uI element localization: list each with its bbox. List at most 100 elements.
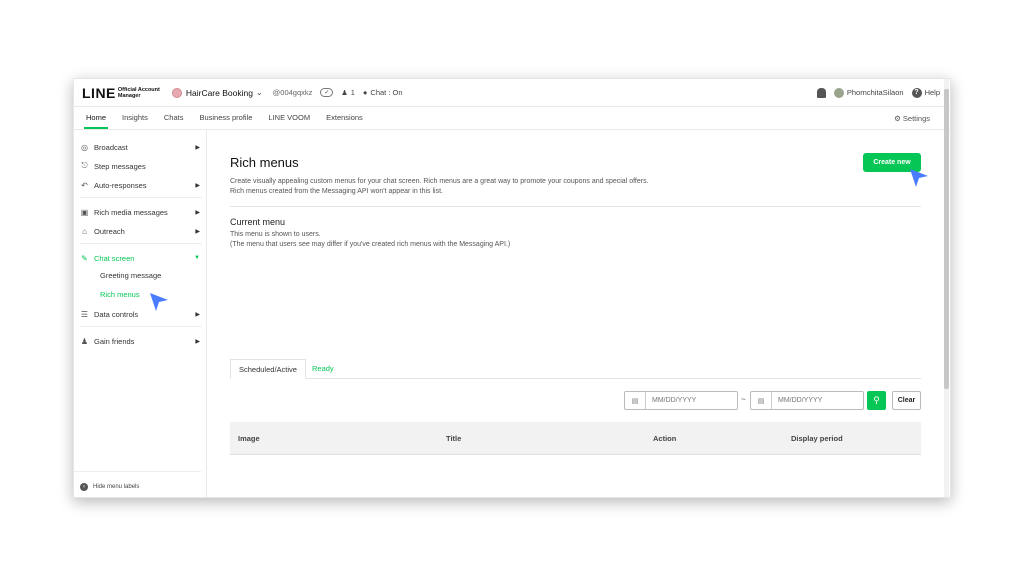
sidebar-item-label: Outreach	[94, 226, 125, 236]
logo-subtext: Official Account Manager	[118, 87, 160, 99]
settings-label: Settings	[902, 113, 930, 123]
line-logo[interactable]: LINE Official Account Manager	[82, 85, 160, 101]
start-date-input[interactable]	[646, 396, 734, 405]
clear-button[interactable]: Clear	[892, 391, 921, 410]
description-line-2: Rich menus created from the Messaging AP…	[230, 188, 443, 195]
scrollbar-thumb[interactable]	[944, 89, 949, 389]
calendar-icon[interactable]: ▤	[625, 392, 646, 409]
pointer-cursor-icon	[910, 169, 928, 187]
sidebar-item-chat-screen[interactable]: ✎ Chat screen ▼	[80, 251, 200, 265]
sidebar-item-label: Gain friends	[94, 336, 135, 346]
tab-home[interactable]: Home	[84, 107, 109, 129]
user-name[interactable]: PhornchitaSilaon	[847, 88, 904, 97]
sidebar-item-label: Broadcast	[94, 142, 128, 152]
sidebar-item-label: Rich media messages	[94, 207, 168, 217]
broadcast-icon: ◎	[81, 142, 88, 152]
tab-scheduled-active[interactable]: Scheduled/Active	[230, 359, 306, 379]
sidebar-item-step-messages[interactable]: ⎋ Step messages	[80, 159, 200, 173]
column-title: Title	[446, 434, 462, 443]
account-switcher[interactable]: HairCare Booking ⌄	[171, 87, 263, 98]
chat-status[interactable]: ● Chat : On	[363, 88, 403, 97]
bell-icon[interactable]	[816, 87, 826, 98]
sidebar-item-gain-friends[interactable]: ♟ Gain friends ▶	[80, 334, 200, 348]
current-menu-title: Current menu	[230, 217, 286, 227]
sidebar-item-label: Data controls	[94, 309, 139, 319]
friends-count-value: 1	[350, 88, 355, 97]
sidebar-divider	[80, 197, 202, 198]
section-divider	[230, 206, 921, 207]
app-window: LINE Official Account Manager HairCare B…	[73, 78, 951, 498]
sidebar-item-label: Chat screen	[94, 253, 135, 263]
column-image: Image	[238, 434, 260, 443]
settings-link[interactable]: ⚙ Settings	[894, 114, 930, 123]
chevron-down-icon: ▼	[194, 255, 200, 261]
search-button[interactable]: ⚲	[867, 391, 886, 410]
sidebar-item-rich-media[interactable]: ▣ Rich media messages ▶	[80, 205, 200, 219]
image-icon: ▣	[80, 207, 89, 217]
sidebar-divider	[74, 471, 201, 472]
chat-bubble-icon: ●	[362, 88, 368, 97]
chevron-right-icon: ▶	[195, 228, 200, 235]
reply-icon: ↶	[81, 180, 88, 190]
tab-chats[interactable]: Chats	[162, 107, 186, 129]
end-date-input[interactable]	[772, 396, 860, 405]
gear-icon: ⚙	[894, 113, 901, 123]
chat-screen-icon: ✎	[81, 253, 88, 263]
hide-menu-labels-toggle[interactable]: ‹ Hide menu labels	[80, 483, 139, 491]
tab-line-voom[interactable]: LINE VOOM	[266, 107, 312, 129]
account-id: @004gqxkz	[272, 88, 313, 97]
sidebar-item-label: Auto-responses	[94, 180, 147, 190]
tab-business-profile[interactable]: Business profile	[197, 107, 254, 129]
chat-status-text: Chat : On	[370, 88, 403, 97]
sidebar-divider	[80, 326, 202, 327]
account-avatar	[171, 87, 182, 98]
sidebar-item-data-controls[interactable]: ☰ Data controls ▶	[80, 307, 200, 321]
rich-menu-tabs: Scheduled/Active Ready	[230, 359, 921, 379]
chevron-right-icon: ▶	[195, 338, 200, 345]
chevron-right-icon: ▶	[195, 209, 200, 216]
current-menu-line-1: This menu is shown to users.	[230, 231, 321, 238]
collapse-icon: ‹	[80, 483, 88, 491]
pointer-cursor-icon	[150, 293, 168, 311]
current-menu-line-2: (The menu that users see may differ if y…	[230, 241, 511, 248]
sidebar-subitem-rich-menus[interactable]: Rich menus	[100, 290, 140, 299]
calendar-icon[interactable]: ▤	[751, 392, 772, 409]
account-name: HairCare Booking	[185, 87, 253, 98]
sidebar-subitem-greeting[interactable]: Greeting message	[100, 271, 161, 280]
friends-count[interactable]: ♟ 1	[341, 88, 354, 97]
help-link[interactable]: Help	[925, 88, 940, 97]
sidebar: ◎ Broadcast ▶ ⎋ Step messages ↶ Auto-res…	[74, 130, 207, 497]
main-nav-tabs: Home Insights Chats Business profile LIN…	[74, 107, 950, 130]
user-avatar[interactable]	[833, 87, 844, 98]
tab-extensions[interactable]: Extensions	[324, 107, 365, 129]
logo-sub2: Manager	[117, 92, 141, 99]
chevron-down-icon: ⌄	[255, 88, 263, 97]
sidebar-item-broadcast[interactable]: ◎ Broadcast ▶	[80, 140, 200, 154]
description-line-1: Create visually appealing custom menus f…	[230, 178, 649, 185]
person-icon: ♟	[341, 89, 348, 97]
sidebar-divider	[80, 243, 202, 244]
column-display-period: Display period	[791, 434, 843, 443]
top-right-area: PhornchitaSilaon ? Help	[816, 87, 940, 98]
search-icon: ⚲	[873, 395, 880, 405]
column-action: Action	[653, 434, 677, 443]
page-description: Create visually appealing custom menus f…	[230, 177, 649, 197]
sidebar-item-outreach[interactable]: ⌂ Outreach ▶	[80, 224, 200, 238]
sidebar-item-auto-responses[interactable]: ↶ Auto-responses ▶	[80, 178, 200, 192]
tab-insights[interactable]: Insights	[120, 107, 150, 129]
help-icon[interactable]: ?	[911, 87, 922, 98]
start-date-picker[interactable]: ▤	[624, 391, 738, 410]
chevron-right-icon: ▶	[195, 144, 200, 151]
table-header: Image Title Action Display period	[230, 422, 921, 455]
current-menu-description: This menu is shown to users. (The menu t…	[230, 230, 510, 250]
hide-labels-text: Hide menu labels	[93, 484, 140, 490]
tab-ready[interactable]: Ready	[304, 359, 342, 379]
chevron-right-icon: ▶	[195, 311, 200, 318]
main-content: Rich menus Create new Create visually ap…	[207, 130, 950, 497]
top-bar: LINE Official Account Manager HairCare B…	[74, 79, 950, 107]
chevron-right-icon: ▶	[195, 182, 200, 189]
store-icon: ⌂	[82, 226, 87, 236]
end-date-picker[interactable]: ▤	[750, 391, 864, 410]
page-title: Rich menus	[230, 155, 299, 170]
date-range-separator: ~	[741, 395, 746, 404]
